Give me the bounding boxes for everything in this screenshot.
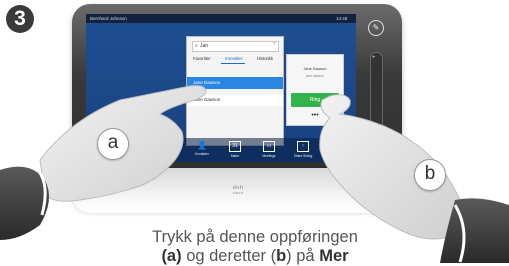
instruction-caption: Trykk på denne oppføringen (a) og derett…: [105, 228, 405, 266]
callout-b: b: [414, 159, 446, 191]
left-hand-illustration: [0, 85, 509, 263]
callout-a: a: [97, 128, 129, 160]
caption-line-2: (a) og deretter (b) på Mer: [161, 247, 349, 265]
caption-line-1: Trykk på denne oppføringen: [152, 228, 358, 246]
